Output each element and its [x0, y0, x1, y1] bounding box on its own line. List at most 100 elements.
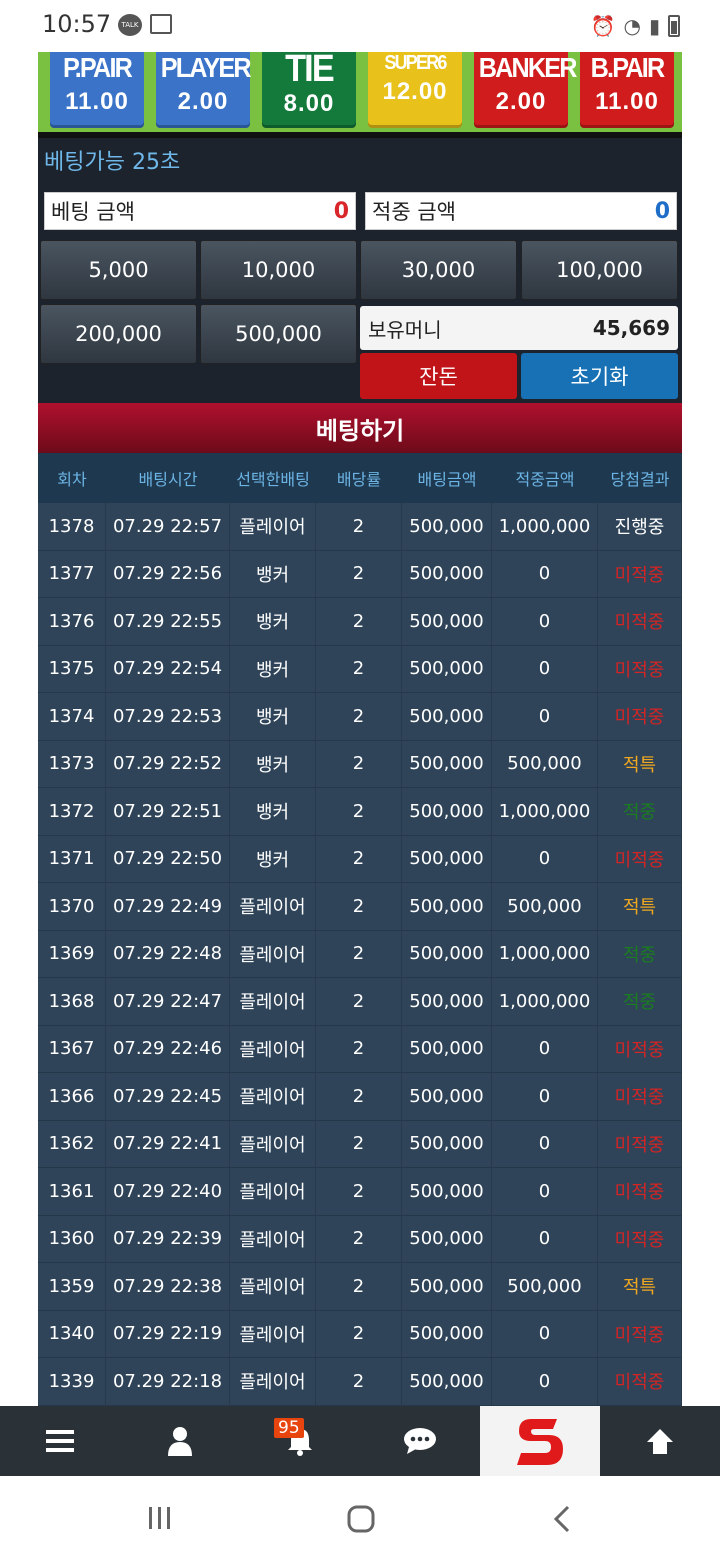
cell-win: 500,000	[492, 1263, 598, 1310]
place-bet-button[interactable]: 베팅하기	[38, 403, 682, 453]
chat-icon[interactable]	[360, 1406, 480, 1476]
cell-odds: 2	[316, 835, 402, 882]
table-row: 1361 07.29 22:40 플레이어 2 500,000 0 미적중	[38, 1168, 682, 1216]
cell-pick: 플레이어	[230, 1263, 316, 1310]
odds-button-p-pair[interactable]: P.PAIR 11.00	[50, 52, 144, 128]
cell-pick: 플레이어	[230, 1120, 316, 1167]
cell-time: 07.29 22:19	[106, 1310, 230, 1357]
odds-value: 11.00	[65, 88, 129, 115]
back-icon[interactable]	[550, 1504, 574, 1542]
cell-round: 1372	[38, 788, 106, 835]
cell-round: 1371	[38, 835, 106, 882]
cell-result: 적특	[598, 883, 682, 930]
odds-value: 8.00	[283, 90, 335, 117]
cell-bet: 500,000	[402, 598, 492, 645]
cell-pick: 뱅커	[230, 740, 316, 787]
cell-round: 1377	[38, 550, 106, 597]
cell-round: 1361	[38, 1168, 106, 1215]
recent-apps-icon[interactable]	[146, 1504, 174, 1540]
cell-time: 07.29 22:40	[106, 1168, 230, 1215]
table-row: 1362 07.29 22:41 플레이어 2 500,000 0 미적중	[38, 1120, 682, 1168]
cell-round: 1373	[38, 740, 106, 787]
cell-win: 0	[492, 598, 598, 645]
cell-round: 1360	[38, 1215, 106, 1262]
cell-win: 0	[492, 550, 598, 597]
cell-bet: 500,000	[402, 1310, 492, 1357]
header-bet: 배팅금액	[417, 470, 477, 489]
logo[interactable]: S	[480, 1406, 600, 1476]
cell-pick: 뱅커	[230, 693, 316, 740]
cell-result: 미적중	[598, 598, 682, 645]
cell-time: 07.29 22:38	[106, 1263, 230, 1310]
cell-odds: 2	[316, 740, 402, 787]
cell-pick: 플레이어	[230, 978, 316, 1025]
odds-button-b-pair[interactable]: B.PAIR 11.00	[580, 52, 674, 128]
odds-button-tie[interactable]: TIE 8.00	[262, 52, 356, 128]
bet-amount-value: 0	[333, 198, 349, 224]
chip-100000-button[interactable]: 100,000	[521, 240, 678, 300]
table-row: 1373 07.29 22:52 뱅커 2 500,000 500,000 적특	[38, 740, 682, 788]
chip-10000-button[interactable]: 10,000	[200, 240, 357, 300]
menu-icon[interactable]	[0, 1406, 120, 1476]
change-button[interactable]: 잔돈	[360, 353, 517, 399]
status-bar: 10:57 TALK ⏰ ◔ ▮	[0, 0, 720, 52]
chip-500000-button[interactable]: 500,000	[200, 304, 357, 364]
odds-button-super6[interactable]: SUPER6 12.00	[368, 52, 462, 128]
arrow-up-icon[interactable]	[600, 1406, 720, 1476]
odds-name: TIE	[285, 52, 335, 90]
cell-win: 500,000	[492, 740, 598, 787]
table-row: 1378 07.29 22:57 플레이어 2 500,000 1,000,000 진행중	[38, 503, 682, 551]
cell-bet: 500,000	[402, 550, 492, 597]
cell-pick: 뱅커	[230, 550, 316, 597]
balance-label: 보유머니	[368, 317, 442, 342]
cell-odds: 2	[316, 1310, 402, 1357]
cell-round: 1375	[38, 645, 106, 692]
cell-odds: 2	[316, 978, 402, 1025]
table-row: 1359 07.29 22:38 플레이어 2 500,000 500,000 적특	[38, 1263, 682, 1311]
chip-5000-button[interactable]: 5,000	[40, 240, 197, 300]
cell-win: 0	[492, 1073, 598, 1120]
cell-pick: 플레이어	[230, 1215, 316, 1262]
cell-odds: 2	[316, 645, 402, 692]
odds-name: SUPER6	[384, 52, 447, 74]
cell-pick: 플레이어	[230, 503, 316, 550]
cell-bet: 500,000	[402, 1263, 492, 1310]
cell-result: 미적중	[598, 1120, 682, 1167]
reset-button[interactable]: 초기화	[521, 353, 678, 399]
user-icon[interactable]	[120, 1406, 240, 1476]
cell-pick: 뱅커	[230, 598, 316, 645]
cell-time: 07.29 22:55	[106, 598, 230, 645]
odds-name: BANKER	[478, 52, 578, 83]
chip-200000-button[interactable]: 200,000	[40, 304, 197, 364]
cell-round: 1369	[38, 930, 106, 977]
cell-round: 1362	[38, 1120, 106, 1167]
bet-history-table: 회차 배팅시간 선택한배팅 배당률 배팅금액 적중금액 당첨결과 1378 07.…	[38, 453, 682, 1406]
cell-result: 미적중	[598, 645, 682, 692]
cell-win: 1,000,000	[492, 503, 598, 550]
odds-button-player[interactable]: PLAYER 2.00	[156, 52, 252, 128]
balance-value: 45,669	[592, 316, 670, 340]
cell-round: 1340	[38, 1310, 106, 1357]
chip-30000-button[interactable]: 30,000	[360, 240, 517, 300]
bell-icon[interactable]: 95	[240, 1406, 360, 1476]
bet-amount-field: 베팅 금액 0	[44, 192, 356, 230]
table-row: 1377 07.29 22:56 뱅커 2 500,000 0 미적중	[38, 550, 682, 598]
odds-value: 12.00	[382, 78, 448, 105]
cell-odds: 2	[316, 1215, 402, 1262]
cell-odds: 2	[316, 1263, 402, 1310]
cell-odds: 2	[316, 883, 402, 930]
cell-result: 적특	[598, 1263, 682, 1310]
cell-time: 07.29 22:48	[106, 930, 230, 977]
odds-strip: P.PAIR 11.00 PLAYER 2.00 TIE 8.00 SUPER6…	[38, 52, 682, 138]
cell-odds: 2	[316, 503, 402, 550]
cell-bet: 500,000	[402, 978, 492, 1025]
table-row: 1370 07.29 22:49 플레이어 2 500,000 500,000 적특	[38, 883, 682, 931]
home-icon[interactable]	[346, 1504, 376, 1542]
odds-button-banker[interactable]: BANKER 2.00	[474, 52, 578, 128]
odds-name: PLAYER	[160, 52, 252, 83]
balance-box: 보유머니 45,669	[360, 306, 678, 350]
cell-result: 미적중	[598, 1310, 682, 1357]
cell-bet: 500,000	[402, 1358, 492, 1405]
cell-odds: 2	[316, 550, 402, 597]
cell-pick: 뱅커	[230, 835, 316, 882]
